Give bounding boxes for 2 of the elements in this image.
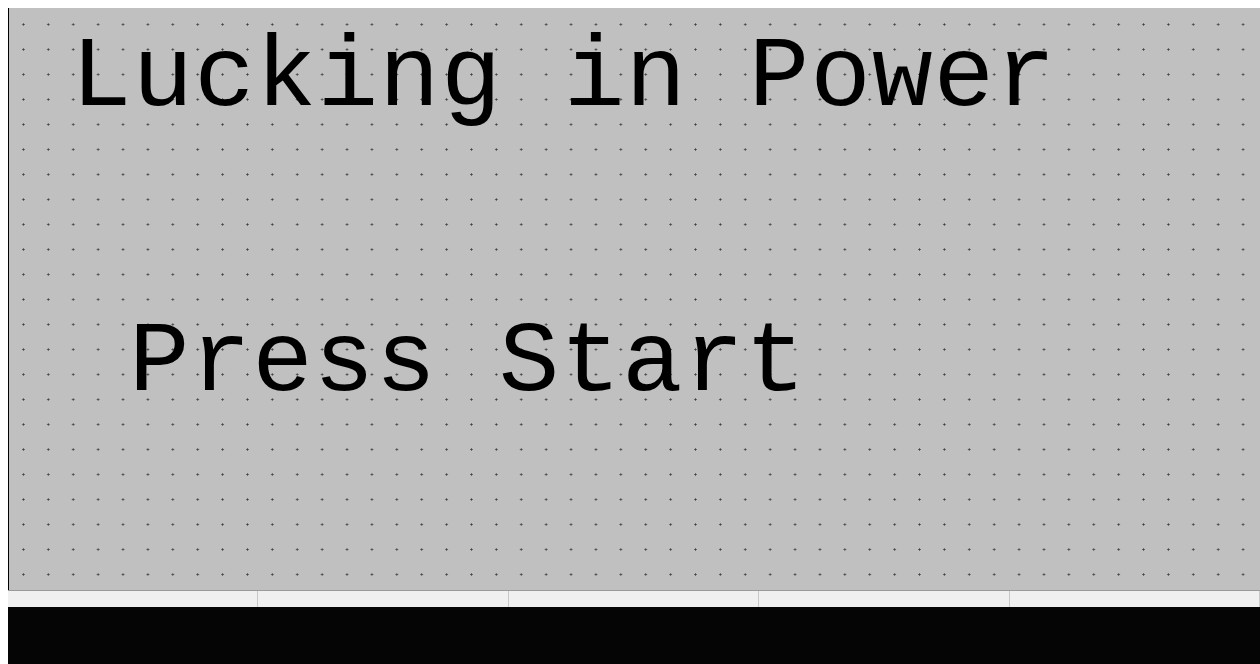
- screen-text: Lucking in Power: [71, 20, 1057, 137]
- screen-text: Press Start: [129, 305, 807, 422]
